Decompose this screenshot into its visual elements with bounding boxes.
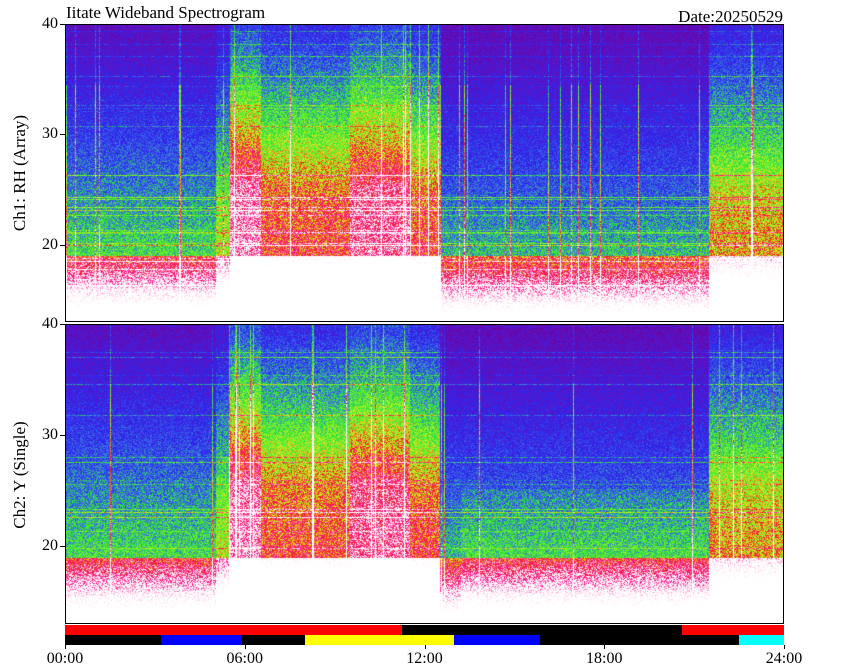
xtick-mark	[244, 645, 246, 649]
ytick-mark	[60, 546, 65, 548]
status-segment	[241, 635, 305, 645]
ytick-mark	[60, 244, 65, 246]
xtick-mark	[424, 645, 426, 649]
ytick-label: 30	[42, 125, 58, 143]
status-segment	[402, 625, 683, 635]
spectrogram-ch1-heatmap	[66, 25, 783, 321]
spectrogram-panel-ch1	[65, 24, 784, 322]
xtick-label: 12:00	[406, 650, 443, 667]
ytick-label: 20	[42, 235, 58, 253]
ytick-label: 40	[42, 315, 58, 332]
status-segment	[65, 625, 403, 635]
ytick-mark	[60, 324, 65, 325]
spectrogram-ch2-heatmap	[66, 325, 783, 623]
xtick-label: 24:00	[765, 650, 803, 667]
ytick-label: 30	[42, 426, 58, 444]
ch2-ylabel: Ch2: Y (Single)	[10, 421, 29, 529]
ytick-label: 20	[42, 537, 58, 555]
status-bar	[65, 625, 784, 645]
ytick-mark	[60, 24, 65, 25]
status-segment	[539, 635, 740, 645]
status-segment	[454, 635, 540, 645]
xtick-mark	[784, 645, 785, 649]
ytick-mark	[60, 134, 65, 136]
xtick-label: 00:00	[46, 650, 84, 667]
ytick-label: 40	[42, 15, 58, 32]
xtick-label: 18:00	[586, 650, 623, 667]
chart-title: Iitate Wideband Spectrogram	[66, 3, 266, 22]
xtick-label: 06:00	[226, 650, 263, 667]
status-segment	[682, 625, 784, 635]
status-segment	[160, 635, 242, 645]
status-segment	[65, 635, 161, 645]
xtick-mark	[604, 645, 606, 649]
ytick-mark	[60, 435, 65, 437]
xtick-mark	[65, 645, 66, 649]
ch1-ylabel: Ch1: RH (Array)	[10, 114, 29, 232]
spectrogram-panel-ch2	[65, 324, 784, 624]
status-segment	[304, 635, 455, 645]
status-segment	[739, 635, 784, 645]
